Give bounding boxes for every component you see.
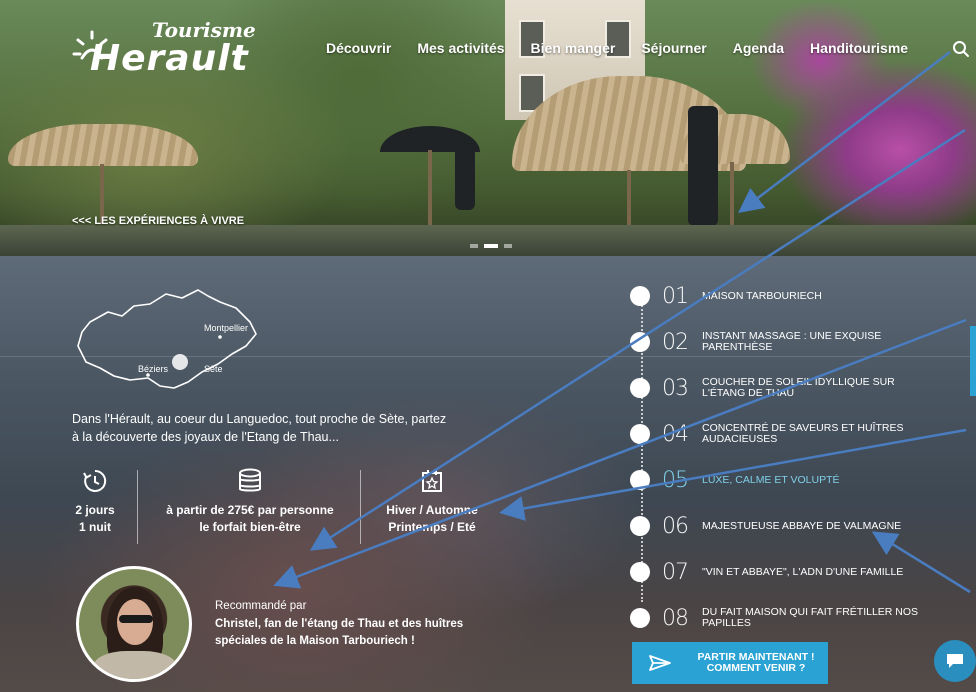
step-number: 01 bbox=[662, 283, 689, 309]
step-label: MAJESTUEUSE ABBAYE DE VALMAGNE bbox=[702, 519, 902, 532]
step-number: 07 bbox=[662, 559, 689, 585]
chat-bubble-icon bbox=[947, 654, 963, 668]
step-03[interactable]: 03 COUCHER DE SOLEIL IDYLLIQUE SUR L'ÉTA… bbox=[630, 374, 930, 402]
step-04[interactable]: 04 CONCENTRÉ DE SAVEURS ET HUÎTRES AUDAC… bbox=[630, 420, 930, 448]
fact-price-line2: le forfait bien-être bbox=[199, 520, 301, 534]
step-dot bbox=[630, 286, 650, 306]
step-06[interactable]: 06 MAJESTUEUSE ABBAYE DE VALMAGNE bbox=[630, 512, 930, 540]
map-city-montpellier: Montpellier bbox=[204, 323, 249, 333]
nav-handitourisme[interactable]: Handitourisme bbox=[810, 40, 908, 56]
step-number: 03 bbox=[662, 375, 689, 401]
step-number: 05 bbox=[662, 467, 689, 493]
step-label: MAISON TARBOURIECH bbox=[702, 289, 822, 302]
calendar-star-icon bbox=[422, 470, 442, 492]
step-label: INSTANT MASSAGE : UNE EXQUISE PARENTHÈSE bbox=[702, 330, 882, 353]
slider-dot-active[interactable] bbox=[484, 244, 498, 248]
step-number: 04 bbox=[662, 421, 689, 447]
trip-facts: 2 jours 1 nuit à partir de 275€ par pers… bbox=[60, 468, 500, 544]
step-dot bbox=[630, 516, 650, 536]
map-location-marker bbox=[172, 354, 188, 370]
fact-price-line1: à partir de 275€ par personne bbox=[166, 503, 334, 517]
fact-duration-line1: 2 jours bbox=[75, 503, 115, 517]
step-dot bbox=[630, 332, 650, 352]
paper-plane-icon bbox=[649, 655, 671, 671]
recommender-avatar bbox=[76, 566, 192, 682]
clock-icon bbox=[83, 469, 107, 492]
main-navigation: Découvrir Mes activités Bien manger Séjo… bbox=[326, 40, 934, 56]
step-dot bbox=[630, 424, 650, 444]
intro-text: Dans l'Hérault, au coeur du Languedoc, t… bbox=[72, 412, 447, 444]
nav-agenda[interactable]: Agenda bbox=[733, 40, 784, 56]
fact-price: à partir de 275€ par personne le forfait… bbox=[150, 468, 350, 536]
step-number: 08 bbox=[662, 605, 689, 631]
step-dot bbox=[630, 378, 650, 398]
fact-season-line1: Hiver / Automne bbox=[386, 503, 478, 517]
recommender-name: Christel, fan de l'étang de Thau et des … bbox=[215, 618, 464, 647]
map-city-sete: Sète bbox=[204, 364, 223, 374]
step-label: "VIN ET ABBAYE", L'ADN D'UNE FAMILLE bbox=[702, 565, 904, 578]
nav-mes-activites[interactable]: Mes activités bbox=[417, 40, 504, 56]
step-07[interactable]: 07 "VIN ET ABBAYE", L'ADN D'UNE FAMILLE bbox=[630, 558, 930, 586]
step-label: LUXE, CALME ET VOLUPTÉ bbox=[702, 473, 840, 486]
tourisme-herault-logo[interactable]: Tourisme Herault bbox=[72, 18, 256, 82]
nav-bien-manger[interactable]: Bien manger bbox=[531, 40, 616, 56]
coins-icon bbox=[239, 468, 261, 492]
partir-maintenant-button[interactable]: PARTIR MAINTENANT ! COMMENT VENIR ? bbox=[632, 642, 828, 684]
search-icon[interactable] bbox=[952, 40, 970, 58]
chat-button[interactable] bbox=[934, 640, 976, 682]
side-tab[interactable] bbox=[970, 326, 976, 396]
herault-map bbox=[77, 289, 257, 389]
step-label: CONCENTRÉ DE SAVEURS ET HUÎTRES AUDACIEU… bbox=[702, 422, 904, 445]
itinerary-steps: 01 MAISON TARBOURIECH 02 INSTANT MASSAGE… bbox=[630, 282, 930, 631]
step-dot bbox=[630, 608, 650, 628]
hero-slider-dots bbox=[470, 244, 512, 248]
step-number: 02 bbox=[662, 329, 689, 355]
fact-duration-line2: 1 nuit bbox=[79, 520, 111, 534]
hero-banner: Tourisme Herault Découvrir Mes activités… bbox=[0, 0, 976, 256]
fact-duration: 2 jours 1 nuit bbox=[60, 468, 130, 536]
nav-decouvrir[interactable]: Découvrir bbox=[326, 40, 391, 56]
step-dot bbox=[630, 470, 650, 490]
back-to-experiences-link[interactable]: <<< LES EXPÉRIENCES À VIVRE bbox=[72, 215, 244, 227]
step-02[interactable]: 02 INSTANT MASSAGE : UNE EXQUISE PARENTH… bbox=[630, 328, 930, 356]
step-01[interactable]: 01 MAISON TARBOURIECH bbox=[630, 282, 930, 310]
recommended-by-label: Recommandé par bbox=[215, 600, 307, 612]
slider-dot[interactable] bbox=[470, 244, 478, 248]
fact-season-line2: Printemps / Eté bbox=[388, 520, 476, 534]
logo-herault-text: Herault bbox=[90, 38, 249, 79]
step-number: 06 bbox=[662, 513, 689, 539]
itinerary-section: Montpellier Béziers Sète Dans l'Hérault,… bbox=[0, 256, 976, 692]
step-08[interactable]: 08 DU FAIT MAISON QUI FAIT FRÉTILLER NOS… bbox=[630, 604, 930, 632]
cta-label: PARTIR MAINTENANT ! COMMENT VENIR ? bbox=[697, 651, 815, 674]
step-dot bbox=[630, 562, 650, 582]
map-city-beziers: Béziers bbox=[138, 364, 169, 374]
step-label: DU FAIT MAISON QUI FAIT FRÉTILLER NOS PA… bbox=[702, 606, 919, 629]
slider-dot[interactable] bbox=[504, 244, 512, 248]
fact-season: Hiver / Automne Printemps / Eté bbox=[370, 468, 494, 536]
step-05-active[interactable]: 05 LUXE, CALME ET VOLUPTÉ bbox=[630, 466, 930, 494]
nav-sejourner[interactable]: Séjourner bbox=[641, 40, 706, 56]
step-label: COUCHER DE SOLEIL IDYLLIQUE SUR L'ÉTANG … bbox=[702, 376, 895, 399]
